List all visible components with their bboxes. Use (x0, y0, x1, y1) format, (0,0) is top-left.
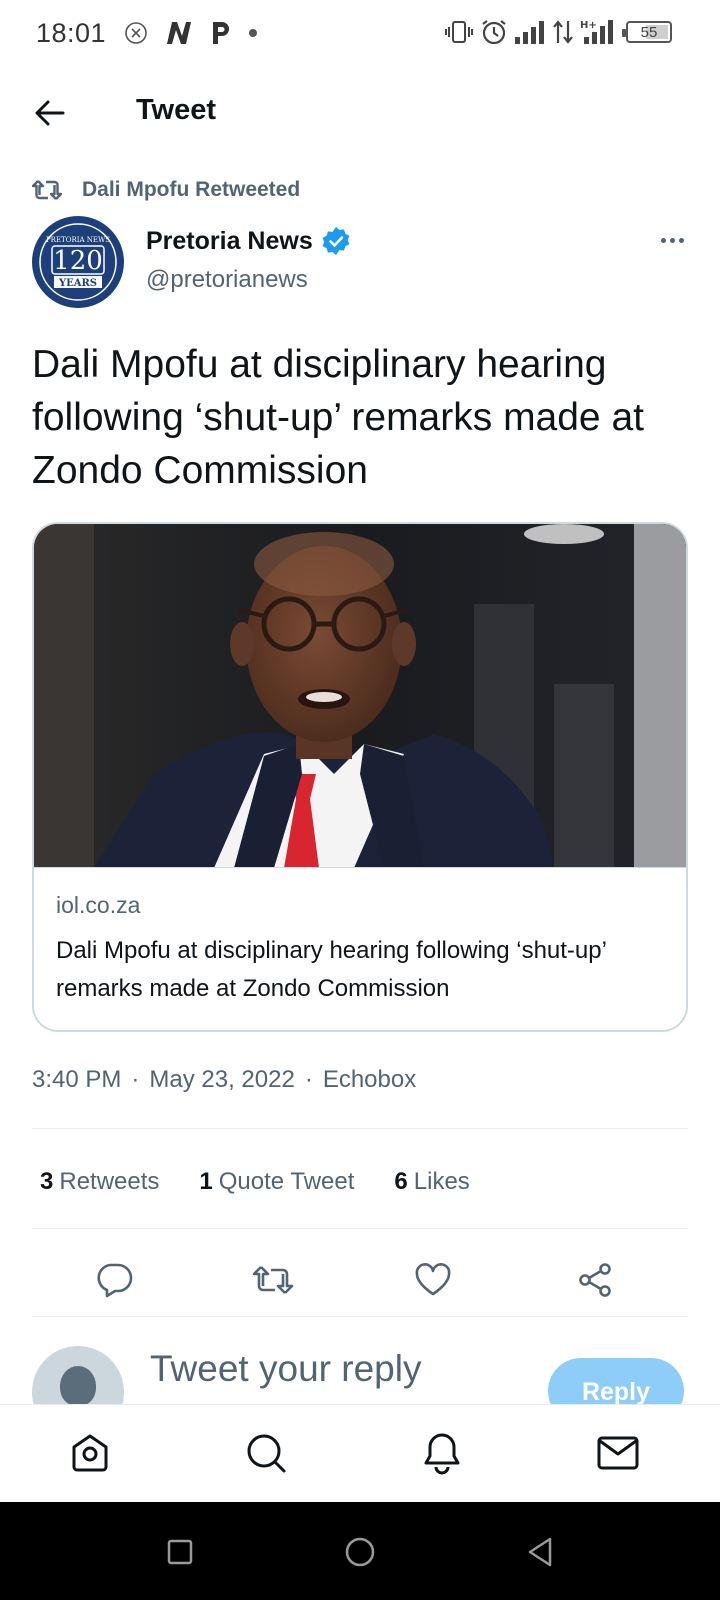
tweet-text: Dali Mpofu at disciplinary hearing follo… (32, 343, 644, 492)
home-icon (72, 1434, 108, 1472)
status-bar: 18:01 H+ 55 (0, 0, 720, 66)
reply-submit-button[interactable]: Reply (548, 1358, 684, 1404)
likes-label: Likes (413, 1168, 470, 1195)
divider (32, 1128, 688, 1129)
system-navigation-bar (0, 1502, 720, 1600)
news-app-icon (164, 20, 194, 46)
meta-separator: · (131, 1066, 140, 1093)
bell-icon (424, 1433, 460, 1475)
page-title: Tweet (136, 94, 217, 126)
more-options-button[interactable] (654, 228, 690, 252)
link-domain: iol.co.za (56, 892, 141, 918)
svg-text:H+: H+ (580, 20, 597, 31)
author-avatar[interactable]: 120 PRETORIA NEWS YEARS (32, 216, 124, 308)
tweet-actions (32, 1250, 688, 1310)
mail-icon (597, 1436, 639, 1470)
retweeted-by-label: Dali Mpofu Retweeted (82, 178, 301, 201)
retweets-stat[interactable]: 3 Retweets (40, 1168, 159, 1196)
square-icon (167, 1539, 193, 1565)
divider (32, 1316, 688, 1317)
author-name-row[interactable]: Pretoria News (146, 226, 351, 256)
svg-text:120: 120 (53, 246, 103, 276)
author-handle[interactable]: @pretorianews (146, 266, 308, 294)
tweet-time: 3:40 PM (32, 1066, 122, 1093)
bottom-navigation (0, 1404, 720, 1502)
battery-level: 55 (640, 23, 658, 41)
retweets-label: Retweets (59, 1168, 160, 1195)
back-system-button[interactable] (520, 1532, 560, 1572)
link-title: Dali Mpofu at disciplinary hearing follo… (56, 937, 607, 1002)
likes-stat[interactable]: 6 Likes (394, 1168, 469, 1196)
arrow-left-icon (35, 100, 65, 126)
notification-close-icon (124, 21, 148, 45)
meta-separator: · (304, 1066, 313, 1093)
likes-count: 6 (394, 1168, 408, 1195)
back-button[interactable] (30, 96, 70, 130)
tweet-source[interactable]: Echobox (323, 1066, 416, 1094)
retweet-button[interactable] (250, 1258, 296, 1302)
verified-badge-icon (322, 227, 350, 255)
status-time: 18:01 (36, 17, 107, 48)
battery-icon: 55 (622, 21, 672, 43)
author-name[interactable]: Pretoria News (146, 227, 313, 256)
nav-notifications[interactable] (416, 1427, 468, 1479)
retweet-icon (32, 180, 62, 200)
share-icon (579, 1263, 611, 1297)
svg-text:PRETORIA NEWS: PRETORIA NEWS (46, 236, 110, 244)
retweets-count: 3 (40, 1168, 54, 1195)
svg-text:YEARS: YEARS (58, 278, 97, 289)
user-avatar (32, 1346, 124, 1404)
reply-input[interactable]: Tweet your reply (150, 1348, 421, 1390)
status-right-icons: H+ 55 (444, 18, 672, 46)
tweet-date: May 23, 2022 (149, 1066, 295, 1093)
signal-icon (514, 19, 546, 45)
nav-messages[interactable] (592, 1427, 644, 1479)
search-icon (247, 1434, 286, 1473)
divider (32, 1228, 688, 1229)
pretoria-news-logo: 120 PRETORIA NEWS YEARS (34, 218, 122, 306)
alarm-icon (480, 18, 508, 46)
circle-icon (345, 1537, 375, 1567)
more-horizontal-icon (660, 237, 666, 243)
tweet-meta: 3:40 PM · May 23, 2022 · Echobox (32, 1066, 416, 1094)
data-arrows-icon (552, 19, 574, 45)
reply-composer: Tweet your reply Reply (0, 1320, 720, 1404)
quote-tweets-stat[interactable]: 1 Quote Tweet (199, 1168, 354, 1196)
nav-search[interactable] (240, 1427, 292, 1479)
retweet-icon (252, 1266, 294, 1294)
heart-icon (415, 1263, 451, 1296)
top-header: Tweet (0, 76, 720, 150)
triangle-back-icon (528, 1537, 552, 1567)
comment-icon (97, 1263, 133, 1298)
link-preview-card[interactable]: iol.co.za Dali Mpofu at disciplinary hea… (32, 522, 688, 1032)
recent-apps-button[interactable] (160, 1532, 200, 1572)
quote-tweets-label: Quote Tweet (218, 1168, 355, 1195)
quote-tweets-count: 1 (199, 1168, 213, 1195)
nav-home[interactable] (64, 1427, 116, 1479)
vibrate-icon (444, 19, 474, 45)
signal-hplus-icon: H+ (580, 18, 616, 46)
share-button[interactable] (572, 1258, 618, 1302)
p-app-icon (210, 20, 232, 46)
tweet-stats: 3 Retweets 1 Quote Tweet 6 Likes (40, 1168, 470, 1196)
like-button[interactable] (410, 1258, 456, 1302)
home-system-button[interactable] (340, 1532, 380, 1572)
retweeted-by[interactable]: Dali Mpofu Retweeted (32, 178, 300, 202)
reply-button[interactable] (91, 1258, 137, 1302)
dot-icon (248, 28, 258, 38)
status-left-icons (124, 20, 258, 46)
link-preview-image (34, 524, 686, 868)
